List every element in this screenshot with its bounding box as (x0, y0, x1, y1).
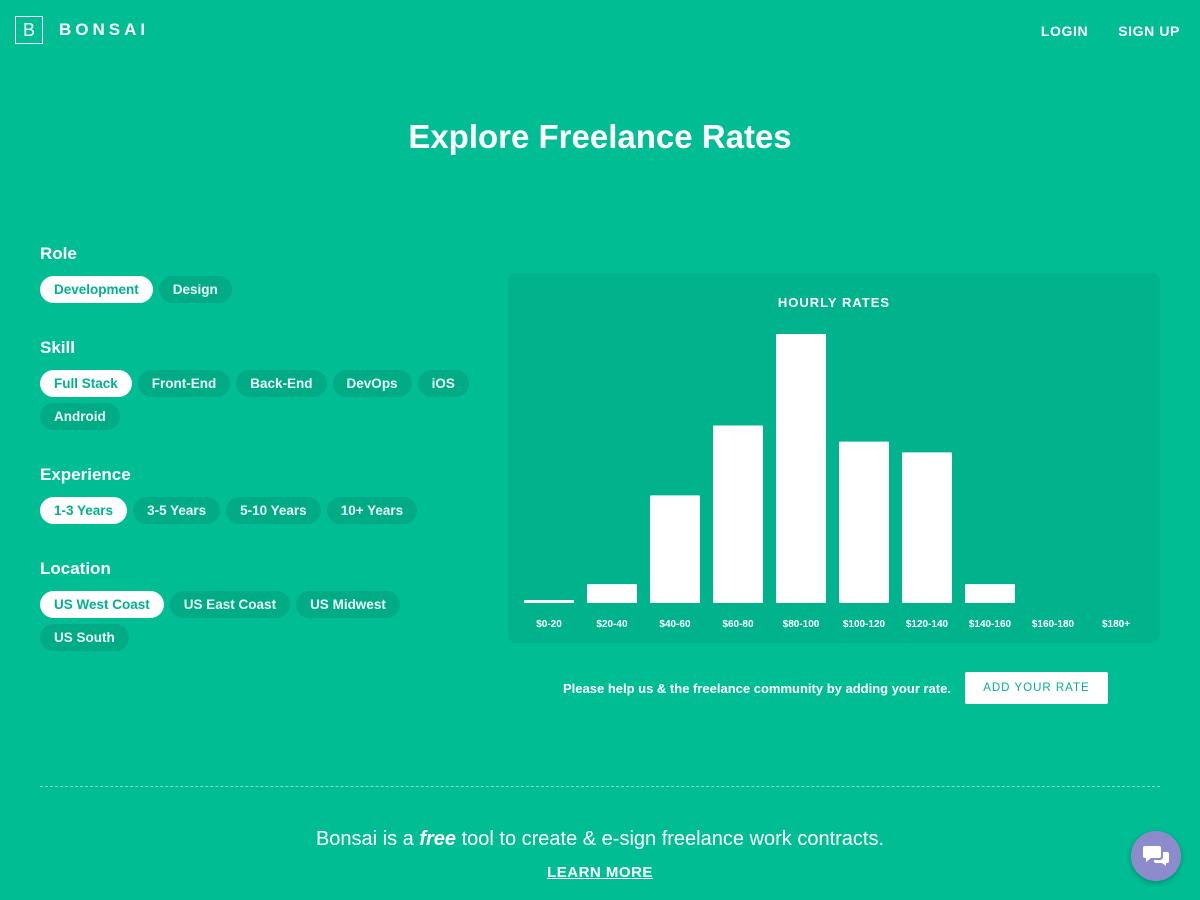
experience-pills: 1-3 Years 3-5 Years 5-10 Years 10+ Years (40, 497, 470, 524)
x-tick-label: $0-20 (536, 619, 562, 630)
signup-link[interactable]: SIGN UP (1118, 23, 1180, 39)
footer-text-em: free (419, 828, 457, 850)
x-tick-label: $160-180 (1032, 619, 1075, 630)
skill-option-android[interactable]: Android (40, 403, 120, 430)
logo[interactable]: B BONSAI (15, 16, 149, 44)
location-option-us-west-coast[interactable]: US West Coast (40, 591, 164, 618)
add-your-rate-button[interactable]: ADD YOUR RATE (964, 672, 1108, 704)
login-link[interactable]: LOGIN (1041, 23, 1088, 39)
location-pills: US West Coast US East Coast US Midwest US S… (40, 591, 420, 651)
skill-option-ios[interactable]: iOS (417, 370, 469, 397)
filter-label: Skill (40, 338, 75, 357)
role-option-development[interactable]: Development (40, 276, 153, 303)
logo-mark: B (15, 16, 43, 44)
filter-experience: Experience 1-3 Years 3-5 Years 5-10 Years 1… (40, 463, 470, 557)
bar-20-40 (587, 584, 637, 603)
divider (40, 786, 1160, 787)
footer-tagline: Bonsai is a free tool to create & e-sign… (0, 828, 1200, 851)
experience-option-5-10-years[interactable]: 5-10 Years (226, 497, 321, 524)
skill-option-devops[interactable]: DevOps (332, 370, 412, 397)
x-tick-label: $80-100 (783, 619, 820, 630)
x-tick-label: $60-80 (722, 619, 754, 630)
x-tick-label: $180+ (1102, 619, 1130, 630)
skill-option-back-end[interactable]: Back-End (236, 370, 327, 397)
experience-option-1-3-years[interactable]: 1-3 Years (40, 497, 128, 524)
cta-text: Please help us & the freelance community… (563, 680, 951, 696)
skill-option-full-stack[interactable]: Full Stack (40, 370, 132, 397)
filter-label: Role (40, 244, 77, 263)
learn-more-link[interactable]: LEARN MORE (547, 864, 653, 881)
chart-canvas: $0-20 $20-40 $40-60 $60-80 $80-100 $100-120 $1… (524, 334, 1130, 630)
bar-40-60 (650, 495, 700, 603)
hourly-rates-chart: HOURLY RATES $0-20 $20-40 $40-60 $60-80 $80-… (508, 273, 1160, 643)
location-option-us-midwest[interactable]: US Midwest (296, 591, 400, 618)
add-rate-cta: Please help us & the freelance community… (563, 672, 1108, 704)
skill-option-front-end[interactable]: Front-End (137, 370, 231, 397)
chat-button[interactable] (1131, 831, 1181, 881)
x-tick-label: $120-140 (906, 619, 949, 630)
role-option-design[interactable]: Design (158, 276, 232, 303)
role-pills: Development Design (40, 276, 470, 303)
learn-more-container: LEARN MORE (0, 864, 1200, 881)
experience-option-10-years[interactable]: 10+ Years (326, 497, 418, 524)
chat-icon (1143, 846, 1169, 866)
top-nav: LOGIN SIGN UP (1041, 23, 1180, 39)
footer-text-after: tool to create & e-sign freelance work c… (456, 828, 885, 850)
skill-pills: Full Stack Front-End Back-End DevOps iOS Andr… (40, 370, 470, 430)
location-option-us-east-coast[interactable]: US East Coast (169, 591, 291, 618)
bar-80-100 (776, 334, 826, 603)
x-tick-label: $40-60 (659, 619, 691, 630)
bar-0-20 (524, 600, 574, 603)
logo-text: BONSAI (59, 20, 150, 39)
page-title: Explore Freelance Rates (408, 118, 792, 155)
x-tick-label: $140-160 (969, 619, 1012, 630)
filters-panel: Role Development Design Skill Full Stack F… (40, 242, 470, 651)
filter-label: Experience (40, 465, 131, 484)
header: B BONSAI LOGIN SIGN UP (0, 0, 1200, 64)
experience-option-3-5-years[interactable]: 3-5 Years (133, 497, 221, 524)
footer-text-before: Bonsai is a (315, 828, 420, 850)
filter-skill: Skill Full Stack Front-End Back-End DevOps i… (40, 336, 470, 463)
location-option-us-south[interactable]: US South (40, 624, 129, 651)
bar-60-80 (713, 425, 763, 603)
bar-140-160 (965, 584, 1015, 603)
bar-100-120 (839, 441, 889, 603)
filter-location: Location US West Coast US East Coast US Mi… (40, 557, 470, 651)
bar-120-140 (902, 452, 952, 603)
filter-label: Location (40, 559, 111, 578)
filter-role: Role Development Design (40, 242, 470, 336)
x-tick-label: $20-40 (596, 619, 628, 630)
x-tick-label: $100-120 (843, 619, 886, 630)
